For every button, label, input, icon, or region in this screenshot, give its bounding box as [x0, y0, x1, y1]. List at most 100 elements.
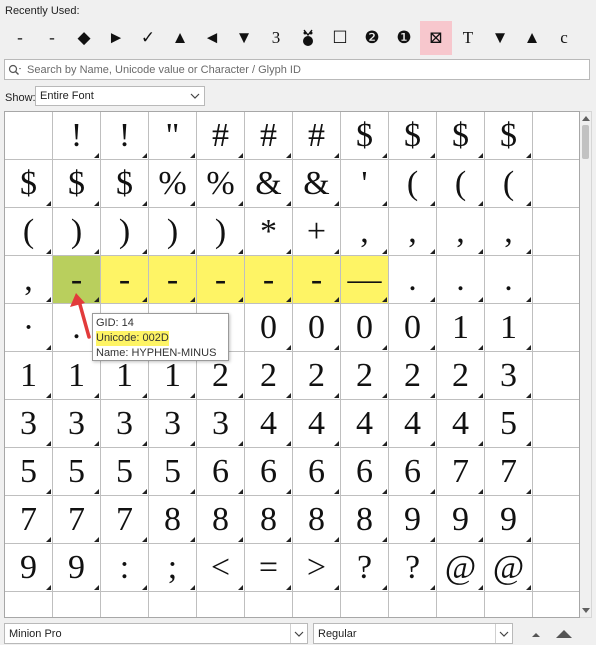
alternates-triangle-icon[interactable]	[526, 489, 531, 494]
alternates-triangle-icon[interactable]	[526, 249, 531, 254]
alternates-triangle-icon[interactable]	[382, 585, 387, 590]
glyph-cell[interactable]	[533, 208, 579, 256]
glyph-cell[interactable]: 1	[485, 304, 533, 352]
glyph-cell[interactable]: 5	[5, 448, 53, 496]
alternates-triangle-icon[interactable]	[478, 537, 483, 542]
glyph-cell[interactable]	[533, 304, 579, 352]
glyph-grid-scrollbar[interactable]	[580, 111, 592, 618]
glyph-cell[interactable]	[245, 592, 293, 617]
alternates-triangle-icon[interactable]	[478, 153, 483, 158]
alternates-triangle-icon[interactable]	[430, 297, 435, 302]
glyph-grid[interactable]: !! " # # # $ $ $ $ $ $ $%% & & '(((()))) * +,,,,, - - - - - - —…	[5, 112, 579, 617]
glyph-cell[interactable]: 8	[341, 496, 389, 544]
alternates-triangle-icon[interactable]	[382, 297, 387, 302]
glyph-cell[interactable]	[5, 112, 53, 160]
glyph-cell[interactable]: -	[293, 256, 341, 304]
glyph-cell[interactable]: 7	[101, 496, 149, 544]
alternates-triangle-icon[interactable]	[334, 441, 339, 446]
alternates-triangle-icon[interactable]	[430, 153, 435, 158]
glyph-cell[interactable]: 0	[245, 304, 293, 352]
alternates-triangle-icon[interactable]	[334, 345, 339, 350]
glyph-search-input[interactable]	[25, 60, 589, 79]
alternates-triangle-icon[interactable]	[526, 441, 531, 446]
alternates-triangle-icon[interactable]	[94, 489, 99, 494]
alternates-triangle-icon[interactable]	[94, 393, 99, 398]
glyph-cell[interactable]: %	[197, 160, 245, 208]
alternates-triangle-icon[interactable]	[190, 201, 195, 206]
glyph-cell[interactable]: 2	[245, 352, 293, 400]
alternates-triangle-icon[interactable]	[430, 441, 435, 446]
glyph-cell[interactable]	[197, 592, 245, 617]
alternates-triangle-icon[interactable]	[526, 153, 531, 158]
alternates-triangle-icon[interactable]	[190, 585, 195, 590]
glyph-cell[interactable]	[533, 448, 579, 496]
alternates-triangle-icon[interactable]	[46, 201, 51, 206]
glyph-cell[interactable]: 2	[389, 352, 437, 400]
alternates-triangle-icon[interactable]	[478, 297, 483, 302]
glyph-cell[interactable]: 3	[485, 352, 533, 400]
glyph-cell[interactable]	[533, 496, 579, 544]
glyph-cell[interactable]: $	[5, 160, 53, 208]
alternates-triangle-icon[interactable]	[382, 489, 387, 494]
glyph-cell[interactable]: 4	[293, 400, 341, 448]
alternates-triangle-icon[interactable]	[46, 249, 51, 254]
glyph-cell[interactable]: -	[101, 256, 149, 304]
glyph-cell[interactable]	[53, 592, 101, 617]
glyph-cell[interactable]: !	[101, 112, 149, 160]
glyph-cell[interactable]: 1	[437, 304, 485, 352]
glyph-cell[interactable]: 9	[485, 496, 533, 544]
alternates-triangle-icon[interactable]	[478, 201, 483, 206]
glyph-cell[interactable]	[101, 592, 149, 617]
glyph-cell[interactable]: ,	[341, 208, 389, 256]
glyph-cell[interactable]: 7	[5, 496, 53, 544]
alternates-triangle-icon[interactable]	[238, 441, 243, 446]
search-icon[interactable]	[5, 60, 25, 79]
alternates-triangle-icon[interactable]	[382, 345, 387, 350]
glyph-cell[interactable]: #	[245, 112, 293, 160]
glyph-cell[interactable]: 0	[293, 304, 341, 352]
recent-glyph[interactable]: ◆	[68, 21, 100, 55]
glyph-cell[interactable]: )	[53, 208, 101, 256]
glyph-cell[interactable]: @	[437, 544, 485, 592]
alternates-triangle-icon[interactable]	[190, 393, 195, 398]
recent-glyph[interactable]: ▼	[228, 21, 260, 55]
glyph-cell[interactable]: 7	[437, 448, 485, 496]
glyph-cell[interactable]: 9	[5, 544, 53, 592]
alternates-triangle-icon[interactable]	[526, 393, 531, 398]
alternates-triangle-icon[interactable]	[46, 441, 51, 446]
glyph-cell[interactable]: 7	[53, 496, 101, 544]
glyph-cell[interactable]	[533, 256, 579, 304]
alternates-triangle-icon[interactable]	[478, 489, 483, 494]
glyph-cell[interactable]: +	[293, 208, 341, 256]
font-family-dropdown[interactable]: Minion Pro	[4, 623, 308, 644]
alternates-triangle-icon[interactable]	[238, 393, 243, 398]
alternates-triangle-icon[interactable]	[190, 153, 195, 158]
glyph-cell[interactable]: =	[245, 544, 293, 592]
glyph-cell[interactable]: )	[101, 208, 149, 256]
alternates-triangle-icon[interactable]	[478, 441, 483, 446]
glyph-cell[interactable]: 3	[53, 400, 101, 448]
glyph-cell[interactable]	[5, 592, 53, 617]
alternates-triangle-icon[interactable]	[142, 393, 147, 398]
alternates-triangle-icon[interactable]	[94, 585, 99, 590]
glyph-cell[interactable]: (	[485, 160, 533, 208]
glyph-cell[interactable]: -	[245, 256, 293, 304]
alternates-triangle-icon[interactable]	[526, 537, 531, 542]
glyph-cell[interactable]: 9	[53, 544, 101, 592]
alternates-triangle-icon[interactable]	[46, 345, 51, 350]
alternates-triangle-icon[interactable]	[94, 201, 99, 206]
recent-glyph[interactable]: -	[4, 21, 36, 55]
glyph-cell[interactable]	[485, 592, 533, 617]
alternates-triangle-icon[interactable]	[94, 441, 99, 446]
glyph-cell[interactable]: ?	[389, 544, 437, 592]
alternates-triangle-icon[interactable]	[334, 249, 339, 254]
alternates-triangle-icon[interactable]	[430, 345, 435, 350]
glyph-cell[interactable]: 4	[245, 400, 293, 448]
glyph-cell[interactable]	[437, 592, 485, 617]
glyph-cell[interactable]: 3	[149, 400, 197, 448]
glyph-cell[interactable]: 1	[5, 352, 53, 400]
alternates-triangle-icon[interactable]	[94, 153, 99, 158]
glyph-cell[interactable]: .	[437, 256, 485, 304]
glyph-cell[interactable]: $	[485, 112, 533, 160]
alternates-triangle-icon[interactable]	[142, 249, 147, 254]
